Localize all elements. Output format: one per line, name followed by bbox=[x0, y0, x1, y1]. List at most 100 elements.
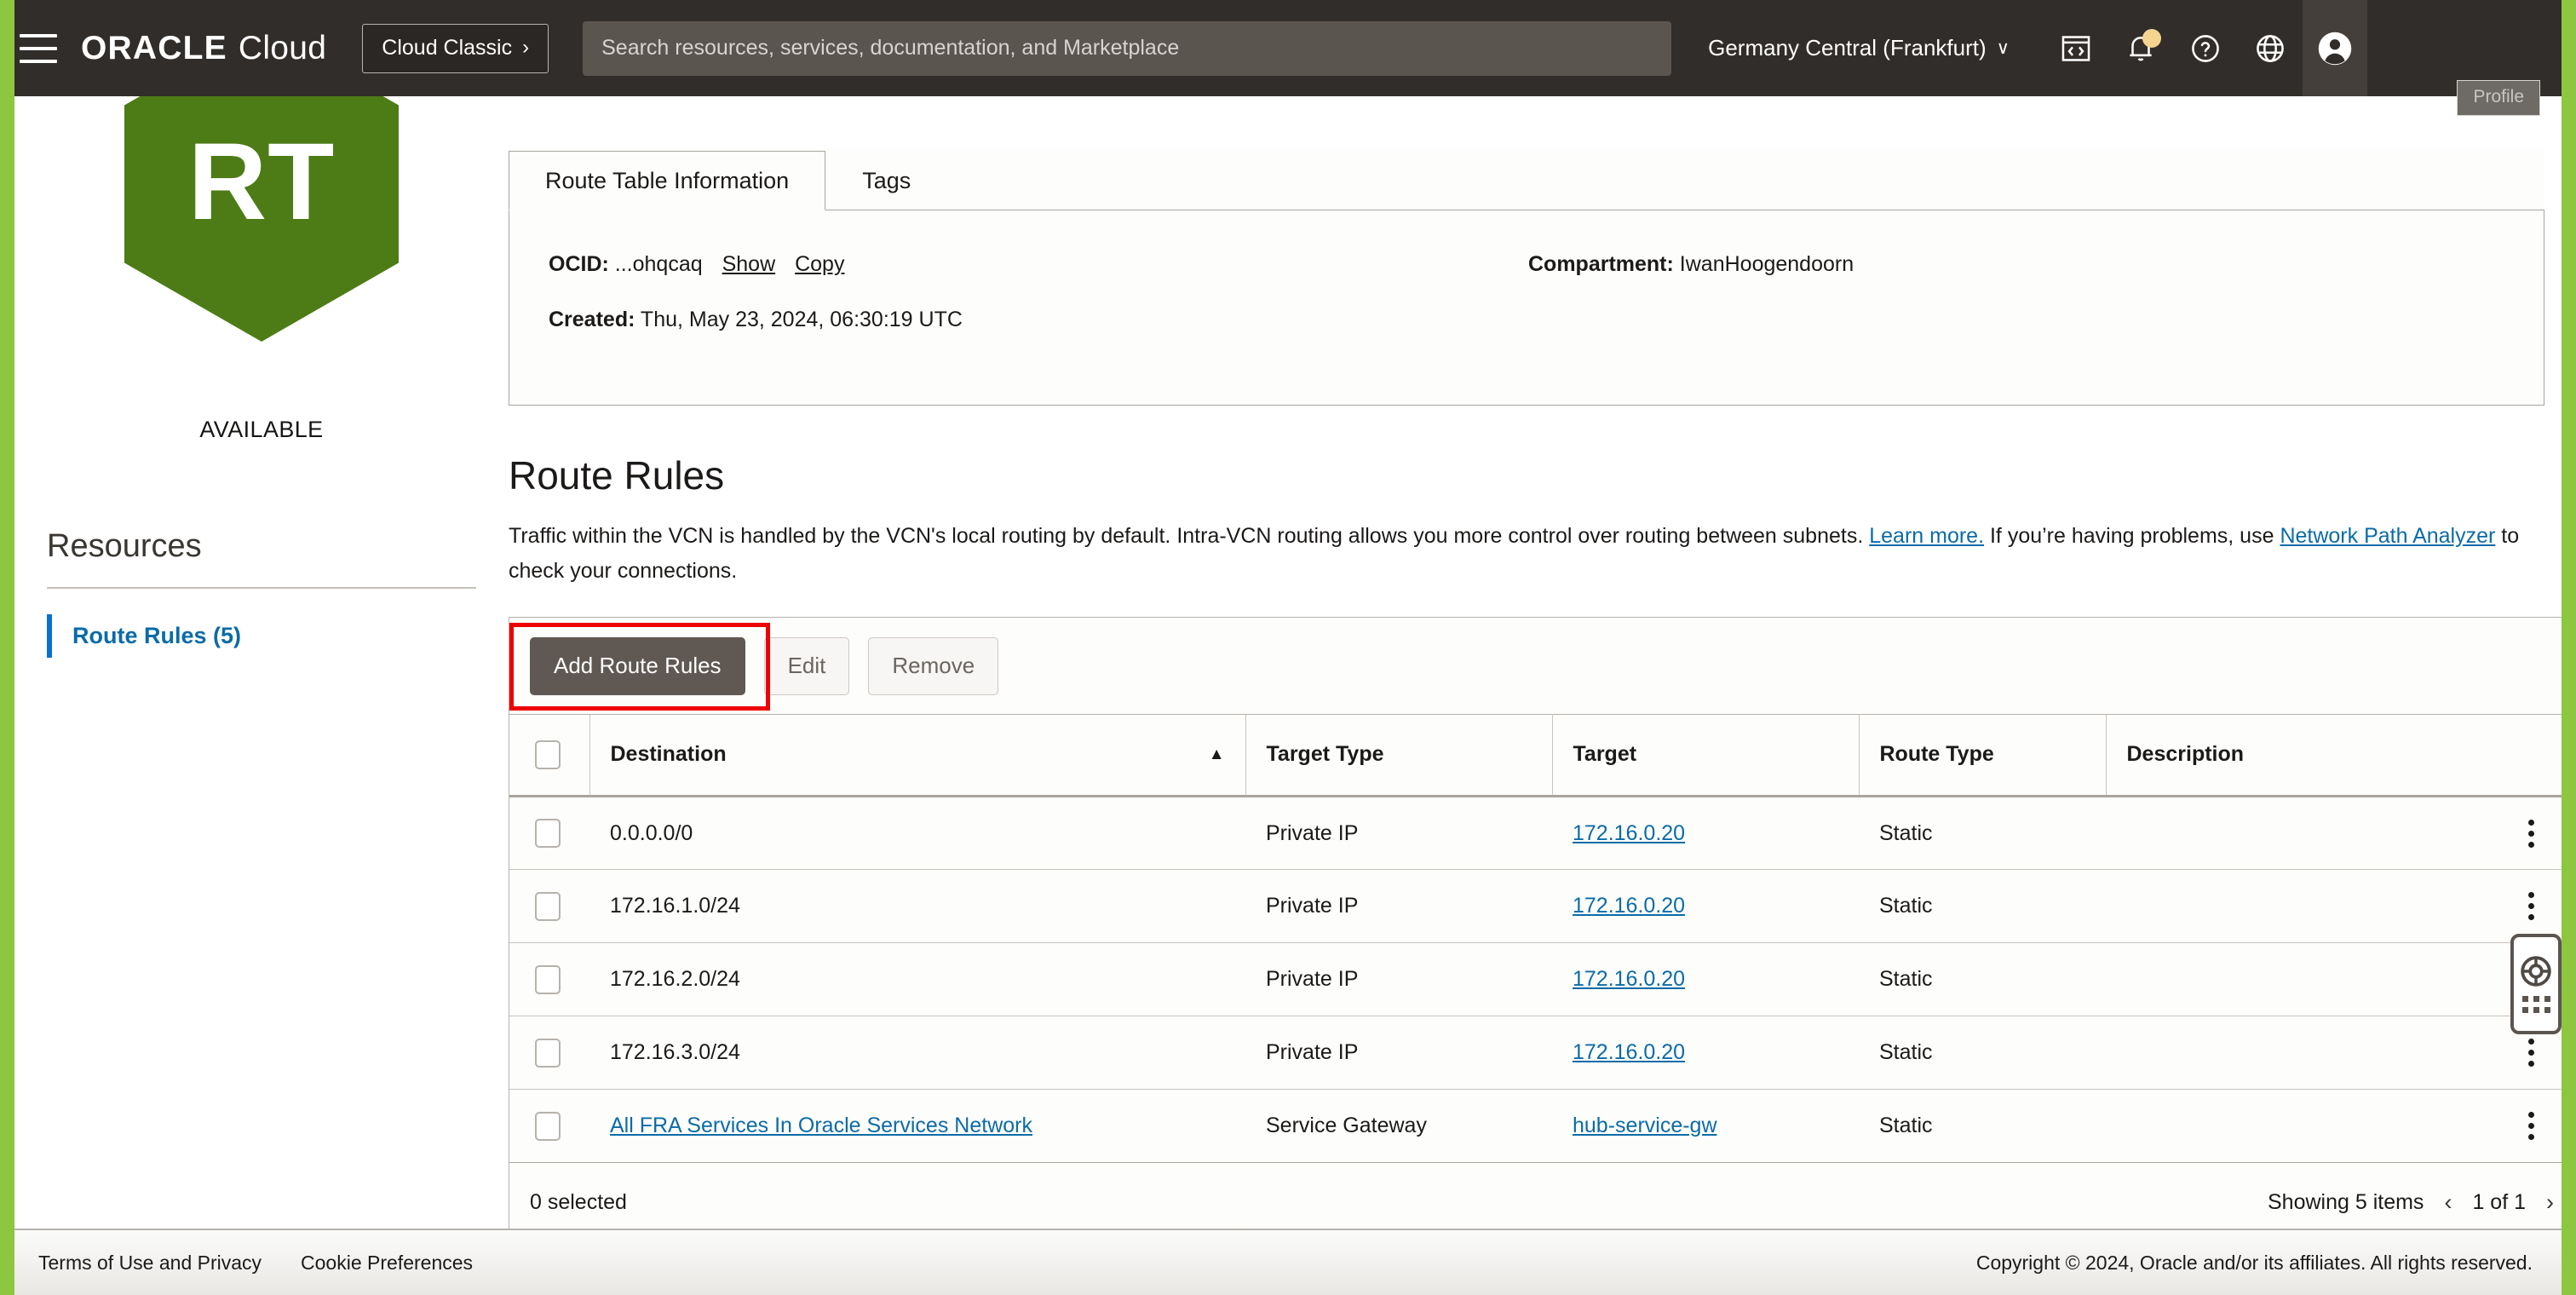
column-header-target-type[interactable]: Target Type bbox=[1245, 715, 1552, 797]
sidebar-item-route-rules[interactable]: Route Rules (5) bbox=[47, 614, 509, 658]
oracle-wordmark: ORACLE bbox=[81, 30, 227, 67]
info-column-right: Compartment: IwanHoogendoorn bbox=[1528, 250, 1854, 335]
target-link[interactable]: hub-service-gw bbox=[1573, 1114, 1717, 1137]
route-type-value: Static bbox=[1879, 1114, 1933, 1137]
cell-route-type: Static bbox=[1859, 1090, 2106, 1163]
target-link[interactable]: 172.16.0.20 bbox=[1573, 1040, 1685, 1064]
cookie-preferences-link[interactable]: Cookie Preferences bbox=[301, 1252, 473, 1275]
row-checkbox[interactable] bbox=[535, 1039, 561, 1068]
table-row[interactable]: 172.16.2.0/24 Private IP 172.16.0.20 Sta… bbox=[509, 943, 2576, 1016]
previous-page-icon[interactable]: ‹ bbox=[2444, 1189, 2452, 1216]
column-header-route-type[interactable]: Route Type bbox=[1859, 715, 2106, 797]
notifications-bell-icon[interactable] bbox=[2108, 0, 2173, 96]
column-label-route-type: Route Type bbox=[1880, 742, 1994, 766]
route-rules-table-card: Add Route Rules Edit Remove Destination … bbox=[509, 617, 2576, 1242]
ocid-label: OCID: bbox=[549, 252, 609, 276]
destination-value: 172.16.1.0/24 bbox=[610, 894, 740, 918]
route-type-value: Static bbox=[1879, 1040, 1933, 1064]
next-page-icon[interactable]: › bbox=[2546, 1189, 2554, 1216]
resource-badge: RT bbox=[14, 96, 509, 394]
hexagon-badge-icon: RT bbox=[124, 96, 399, 342]
info-panel: Route Table Information Tags OCID: ...oh… bbox=[509, 149, 2544, 406]
pagination-controls: Showing 5 items ‹ 1 of 1 › bbox=[2268, 1189, 2554, 1216]
region-selector[interactable]: Germany Central (Frankfurt) ∨ bbox=[1708, 35, 2010, 61]
learn-more-link[interactable]: Learn more. bbox=[1869, 524, 1984, 548]
terms-of-use-link[interactable]: Terms of Use and Privacy bbox=[38, 1252, 262, 1275]
oracle-cloud-logo[interactable]: ORACLE Cloud bbox=[81, 30, 326, 67]
support-widget[interactable] bbox=[2510, 934, 2562, 1034]
target-link[interactable]: 172.16.0.20 bbox=[1573, 967, 1685, 991]
cloud-classic-button[interactable]: Cloud Classic › bbox=[362, 24, 549, 73]
remove-button[interactable]: Remove bbox=[868, 637, 998, 695]
column-header-description[interactable]: Description bbox=[2106, 715, 2508, 797]
row-select-cell bbox=[509, 1016, 589, 1090]
cloud-classic-label: Cloud Classic bbox=[382, 36, 512, 60]
table-row[interactable]: All FRA Services In Oracle Services Netw… bbox=[509, 1090, 2576, 1163]
cell-target: 172.16.0.20 bbox=[1552, 1016, 1859, 1090]
row-select-cell bbox=[509, 943, 589, 1016]
showing-items-count: Showing 5 items bbox=[2268, 1190, 2424, 1215]
route-type-value: Static bbox=[1879, 821, 1933, 845]
row-checkbox[interactable] bbox=[535, 1112, 561, 1141]
compartment-row: Compartment: IwanHoogendoorn bbox=[1528, 250, 1854, 279]
drag-handle-dots[interactable] bbox=[2522, 996, 2550, 1013]
notification-badge bbox=[2142, 29, 2161, 48]
row-checkbox[interactable] bbox=[535, 892, 561, 921]
route-type-value: Static bbox=[1879, 894, 1933, 918]
sort-ascending-icon: ▲ bbox=[1209, 745, 1225, 764]
row-checkbox[interactable] bbox=[535, 819, 561, 848]
profile-avatar-icon[interactable] bbox=[2303, 0, 2367, 96]
table-row[interactable]: 172.16.1.0/24 Private IP 172.16.0.20 Sta… bbox=[509, 870, 2576, 943]
edit-button[interactable]: Edit bbox=[764, 637, 850, 695]
cell-description bbox=[2106, 797, 2508, 870]
target-type-value: Service Gateway bbox=[1266, 1114, 1427, 1137]
target-type-value: Private IP bbox=[1266, 821, 1358, 845]
tab-strip: Route Table Information Tags bbox=[509, 149, 2544, 210]
row-checkbox[interactable] bbox=[535, 965, 561, 994]
life-preserver-icon bbox=[2520, 955, 2552, 987]
target-link[interactable]: 172.16.0.20 bbox=[1573, 894, 1685, 918]
table-body: 0.0.0.0/0 Private IP 172.16.0.20 Static … bbox=[509, 797, 2576, 1163]
table-header-row: Destination ▲ Target Type Target Route T… bbox=[509, 715, 2576, 797]
cell-description bbox=[2106, 1090, 2508, 1163]
main-content: Route Table Information Tags OCID: ...oh… bbox=[509, 96, 2576, 1295]
help-question-icon[interactable] bbox=[2173, 0, 2238, 96]
target-link[interactable]: 172.16.0.20 bbox=[1573, 821, 1685, 845]
column-label-destination: Destination bbox=[611, 742, 727, 767]
hamburger-menu-icon[interactable] bbox=[20, 34, 57, 63]
destination-value: 172.16.2.0/24 bbox=[610, 967, 740, 991]
select-all-header bbox=[509, 715, 589, 797]
cell-destination: All FRA Services In Oracle Services Netw… bbox=[589, 1090, 1245, 1163]
cell-target: 172.16.0.20 bbox=[1552, 943, 1859, 1016]
select-all-checkbox[interactable] bbox=[535, 740, 561, 769]
tab-route-table-information[interactable]: Route Table Information bbox=[509, 151, 825, 210]
table-row[interactable]: 0.0.0.0/0 Private IP 172.16.0.20 Static bbox=[509, 797, 2576, 870]
left-sidebar: RT AVAILABLE Resources Route Rules (5) bbox=[14, 96, 509, 1295]
search-input[interactable] bbox=[583, 21, 1671, 76]
cell-target: 172.16.0.20 bbox=[1552, 870, 1859, 943]
target-type-value: Private IP bbox=[1266, 1040, 1358, 1064]
ocid-show-link[interactable]: Show bbox=[722, 252, 776, 276]
column-label-description: Description bbox=[2127, 742, 2245, 766]
compartment-value: IwanHoogendoorn bbox=[1680, 252, 1854, 276]
network-path-analyzer-link[interactable]: Network Path Analyzer bbox=[2280, 524, 2495, 548]
selected-count: 0 selected bbox=[530, 1190, 627, 1215]
cell-target: hub-service-gw bbox=[1552, 1090, 1859, 1163]
column-header-destination[interactable]: Destination ▲ bbox=[589, 715, 1245, 797]
route-rules-table: Destination ▲ Target Type Target Route T… bbox=[509, 714, 2576, 1163]
ocid-copy-link[interactable]: Copy bbox=[795, 252, 844, 276]
route-rules-description: Traffic within the VCN is handled by the… bbox=[509, 519, 2553, 588]
header-icon-group bbox=[2044, 0, 2367, 96]
chevron-down-icon: ∨ bbox=[1997, 37, 2010, 59]
column-header-target[interactable]: Target bbox=[1552, 715, 1859, 797]
language-globe-icon[interactable] bbox=[2238, 0, 2303, 96]
copyright-text: Copyright © 2024, Oracle and/or its affi… bbox=[1976, 1252, 2533, 1275]
table-row[interactable]: 172.16.3.0/24 Private IP 172.16.0.20 Sta… bbox=[509, 1016, 2576, 1090]
left-accent-strip bbox=[0, 0, 14, 1295]
column-label-target: Target bbox=[1573, 742, 1637, 766]
add-route-rules-button[interactable]: Add Route Rules bbox=[530, 637, 745, 695]
cell-description bbox=[2106, 870, 2508, 943]
destination-link[interactable]: All FRA Services In Oracle Services Netw… bbox=[610, 1114, 1032, 1137]
code-editor-icon[interactable] bbox=[2044, 0, 2108, 96]
tab-tags[interactable]: Tags bbox=[825, 151, 947, 210]
